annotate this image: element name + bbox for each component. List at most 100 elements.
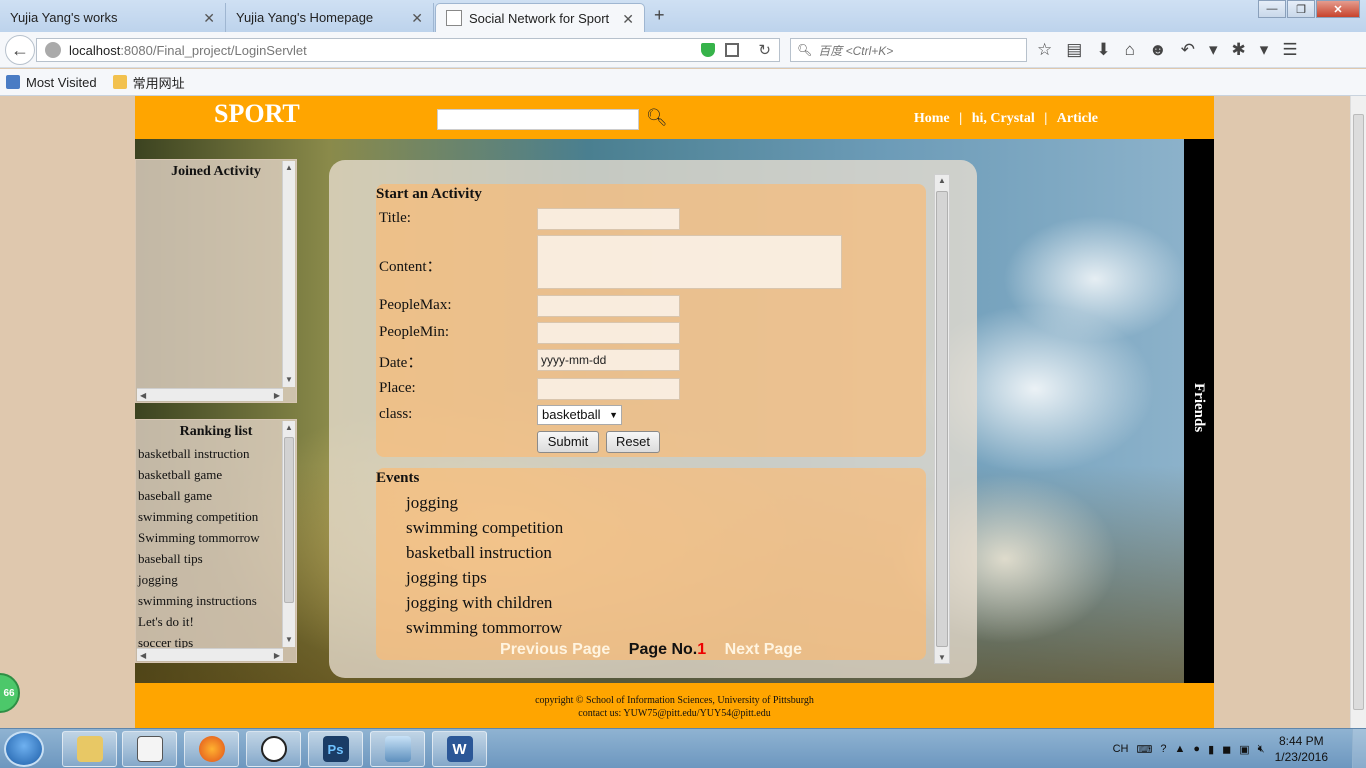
page-scrollbar[interactable] — [1350, 96, 1366, 728]
bookmark-most-visited[interactable]: Most Visited — [6, 75, 97, 90]
friends-sidebar[interactable]: Friends — [1184, 139, 1214, 683]
tab-social-network[interactable]: Social Network for Sport ✕ — [435, 3, 645, 32]
vertical-scrollbar[interactable]: ▲ ▼ — [282, 161, 295, 387]
download-icon[interactable]: ⬇ — [1096, 40, 1110, 60]
list-item[interactable]: swimming instructions — [138, 590, 296, 611]
qq-taskbar-button[interactable] — [246, 731, 301, 767]
firefox-taskbar-button[interactable] — [184, 731, 239, 767]
home-icon[interactable]: ⌂ — [1125, 40, 1135, 60]
scroll-left-icon[interactable]: ◀ — [140, 389, 146, 401]
list-item[interactable]: Let's do it! — [138, 611, 296, 632]
scroll-thumb[interactable] — [936, 191, 948, 647]
qr-code-icon[interactable] — [725, 43, 739, 57]
horizontal-scrollbar[interactable]: ◀ ▶ — [137, 648, 283, 661]
content-textarea[interactable] — [537, 235, 842, 289]
content-scrollbar[interactable]: ▲ ▼ — [934, 174, 950, 664]
people-min-input[interactable] — [537, 322, 680, 344]
next-page-link[interactable]: Next Page — [725, 641, 802, 658]
reading-list-icon[interactable]: ▤ — [1066, 40, 1082, 60]
word-taskbar-button[interactable]: W — [432, 731, 487, 767]
minimize-icon[interactable]: — — [1258, 0, 1286, 18]
list-item[interactable]: swimming competition — [138, 506, 296, 527]
event-item[interactable]: jogging — [406, 490, 563, 515]
close-tab-icon[interactable]: ✕ — [622, 11, 634, 28]
event-item[interactable]: jogging with children — [406, 590, 563, 615]
nav-home-link[interactable]: Home — [914, 111, 950, 126]
nav-user-link[interactable]: hi, Crystal — [972, 111, 1035, 126]
scroll-thumb[interactable] — [284, 437, 294, 603]
clock[interactable]: 8:44 PM 1/23/2016 — [1275, 733, 1328, 765]
horizontal-scrollbar[interactable]: ◀ ▶ — [137, 388, 283, 401]
scroll-right-icon[interactable]: ▶ — [274, 389, 280, 401]
side-badge[interactable]: 66 — [0, 673, 20, 713]
list-item[interactable]: Swimming tommorrow — [138, 527, 296, 548]
url-bar[interactable]: localhost:8080/Final_project/LoginServle… — [36, 38, 780, 62]
device-icon[interactable]: ▣ — [1239, 743, 1249, 756]
security-icon[interactable]: ● — [1193, 743, 1200, 756]
tab-yujia-works[interactable]: Yujia Yang's works ✕ — [0, 3, 226, 32]
bookmark-common-sites[interactable]: 常用网址 — [112, 73, 185, 92]
search-icon[interactable]: 🔍︎ — [646, 108, 668, 128]
scroll-up-icon[interactable]: ▲ — [283, 421, 295, 435]
event-item[interactable]: swimming tommorrow — [406, 615, 563, 640]
scroll-down-icon[interactable]: ▼ — [935, 653, 949, 662]
scroll-left-icon[interactable]: ◀ — [140, 649, 146, 661]
list-item[interactable]: baseball game — [138, 485, 296, 506]
nav-article-link[interactable]: Article — [1057, 111, 1098, 126]
list-item[interactable]: baseball tips — [138, 548, 296, 569]
network-icon[interactable]: ▮ — [1208, 743, 1214, 756]
date-input[interactable]: yyyy-mm-dd — [537, 349, 680, 371]
submit-button[interactable]: Submit — [537, 431, 599, 453]
language-indicator[interactable]: CH — [1113, 743, 1129, 756]
close-tab-icon[interactable]: ✕ — [411, 10, 423, 27]
keyboard-icon[interactable]: ⌨ — [1137, 743, 1153, 756]
new-tab-icon[interactable]: + — [654, 5, 665, 26]
title-input[interactable] — [537, 208, 680, 230]
list-item[interactable]: jogging — [138, 569, 296, 590]
site-logo[interactable]: SPORT — [214, 99, 300, 129]
back-button[interactable]: ← — [5, 35, 35, 65]
event-item[interactable]: swimming competition — [406, 515, 563, 540]
shield-icon[interactable] — [701, 43, 715, 57]
show-hidden-icon[interactable]: ▲ — [1175, 743, 1186, 756]
tab-yujia-homepage[interactable]: Yujia Yang's Homepage ✕ — [226, 3, 434, 32]
close-tab-icon[interactable]: ✕ — [203, 10, 215, 27]
previous-page-link[interactable]: Previous Page — [500, 641, 610, 658]
app-tray-icon[interactable]: ◼ — [1222, 743, 1231, 756]
event-item[interactable]: jogging tips — [406, 565, 563, 590]
volume-muted-icon[interactable]: 🔇︎ — [1258, 743, 1265, 756]
place-input[interactable] — [537, 378, 680, 400]
help-icon[interactable]: ? — [1160, 743, 1166, 756]
people-max-input[interactable] — [537, 295, 680, 317]
list-item[interactable]: basketball game — [138, 464, 296, 485]
reset-button[interactable]: Reset — [606, 431, 660, 453]
close-window-icon[interactable]: ✕ — [1316, 0, 1360, 18]
explorer-taskbar-button[interactable] — [62, 731, 117, 767]
class-select[interactable]: basketball ▼ — [537, 405, 622, 425]
vertical-scrollbar[interactable]: ▲ ▼ — [282, 421, 295, 647]
scroll-down-icon[interactable]: ▼ — [283, 373, 295, 387]
undo-icon[interactable]: ↶ — [1181, 40, 1195, 60]
start-button[interactable] — [4, 731, 44, 767]
bookmark-star-icon[interactable]: ☆ — [1037, 40, 1052, 60]
extension-icon[interactable]: ✱ — [1232, 40, 1246, 60]
scroll-up-icon[interactable]: ▲ — [935, 176, 949, 185]
photoshop-taskbar-button[interactable]: Ps — [308, 731, 363, 767]
scroll-thumb[interactable] — [1353, 114, 1364, 710]
reload-icon[interactable]: ↻ — [758, 41, 771, 59]
browser-search-input[interactable]: 🔍︎ 百度 <Ctrl+K> — [790, 38, 1027, 62]
show-desktop-button[interactable] — [1352, 729, 1366, 768]
event-item[interactable]: basketball instruction — [406, 540, 563, 565]
dropdown-icon[interactable]: ▾ — [1209, 40, 1218, 60]
virtualbox-taskbar-button[interactable] — [370, 731, 425, 767]
scroll-up-icon[interactable]: ▲ — [283, 161, 295, 175]
dropdown-icon[interactable]: ▾ — [1260, 40, 1269, 60]
menu-icon[interactable]: ☰ — [1282, 40, 1297, 60]
list-item[interactable]: basketball instruction — [138, 443, 296, 464]
scroll-right-icon[interactable]: ▶ — [274, 649, 280, 661]
document-taskbar-button[interactable] — [122, 731, 177, 767]
scroll-down-icon[interactable]: ▼ — [283, 633, 295, 647]
maximize-icon[interactable]: ❐ — [1287, 0, 1315, 18]
chat-icon[interactable]: ☻ — [1149, 40, 1167, 60]
site-search-input[interactable] — [437, 109, 639, 130]
